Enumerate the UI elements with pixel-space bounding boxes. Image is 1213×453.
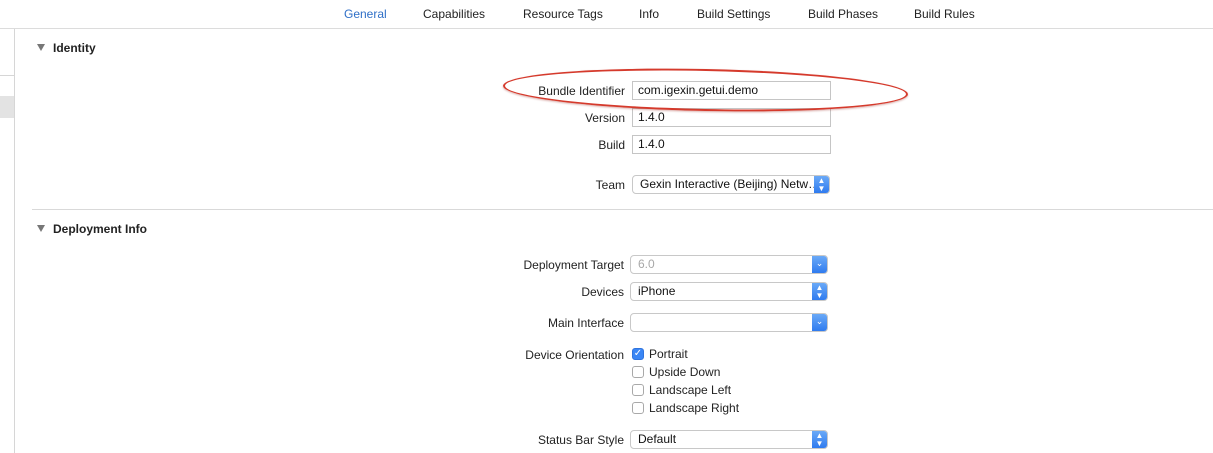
devices-popup[interactable]: iPhone: [630, 282, 828, 301]
main-interface-label: Main Interface: [547, 316, 624, 330]
upside-down-checkbox[interactable]: [632, 366, 644, 378]
status-bar-style-label: Status Bar Style: [537, 433, 624, 447]
tab-build-rules[interactable]: Build Rules: [914, 7, 975, 21]
sidebar-divider: [0, 75, 14, 76]
annotation-ellipse: [502, 64, 909, 116]
tab-build-settings[interactable]: Build Settings: [697, 7, 770, 21]
disclosure-triangle-icon[interactable]: [37, 225, 45, 232]
deployment-target-value: 6.0: [638, 257, 655, 271]
deployment-section-title: Deployment Info: [53, 222, 148, 236]
landscape-left-checkbox[interactable]: [632, 384, 644, 396]
sidebar-selected-target[interactable]: [0, 96, 14, 118]
disclosure-triangle-icon[interactable]: [37, 44, 45, 51]
up-down-chevron-icon[interactable]: ▲ ▼: [812, 283, 827, 300]
team-label: Team: [595, 178, 625, 192]
build-label: Build: [598, 138, 625, 152]
chevron-down-icon[interactable]: ⌄: [812, 314, 827, 331]
deployment-target-label: Deployment Target: [523, 258, 625, 272]
tab-info[interactable]: Info: [639, 7, 659, 21]
devices-label: Devices: [581, 285, 624, 299]
identity-section-title: Identity: [53, 41, 96, 55]
landscape-right-label: Landscape Right: [649, 401, 740, 415]
upside-down-label: Upside Down: [649, 365, 721, 379]
portrait-label: Portrait: [649, 347, 688, 361]
landscape-left-label: Landscape Left: [649, 383, 732, 397]
team-popup[interactable]: Gexin Interactive (Beijing) Netw…: [632, 175, 830, 194]
status-bar-style-popup[interactable]: Default: [630, 430, 828, 449]
targets-sidebar[interactable]: [0, 29, 15, 453]
build-field[interactable]: 1.4.0: [632, 135, 831, 154]
tab-capabilities[interactable]: Capabilities: [423, 7, 485, 21]
version-label: Version: [584, 111, 625, 125]
deployment-target-combo[interactable]: 6.0: [630, 255, 828, 274]
tab-resource-tags[interactable]: Resource Tags: [523, 7, 603, 21]
tab-general[interactable]: General: [344, 7, 387, 21]
landscape-right-checkbox[interactable]: [632, 402, 644, 414]
editor-tab-bar: General Capabilities Resource Tags Info …: [0, 0, 1213, 29]
tab-build-phases[interactable]: Build Phases: [808, 7, 878, 21]
devices-value: iPhone: [638, 284, 676, 298]
chevron-down-icon[interactable]: ⌄: [812, 256, 827, 273]
team-popup-value: Gexin Interactive (Beijing) Netw…: [640, 177, 821, 191]
up-down-chevron-icon[interactable]: ▲ ▼: [812, 431, 827, 448]
up-down-chevron-icon[interactable]: ▲ ▼: [814, 176, 829, 193]
portrait-checkbox[interactable]: ✓: [632, 348, 644, 360]
main-interface-combo[interactable]: [630, 313, 828, 332]
checkmark-icon: ✓: [633, 348, 643, 359]
status-bar-style-value: Default: [638, 432, 677, 446]
device-orientation-label: Device Orientation: [525, 348, 624, 362]
section-divider: [32, 209, 1213, 210]
